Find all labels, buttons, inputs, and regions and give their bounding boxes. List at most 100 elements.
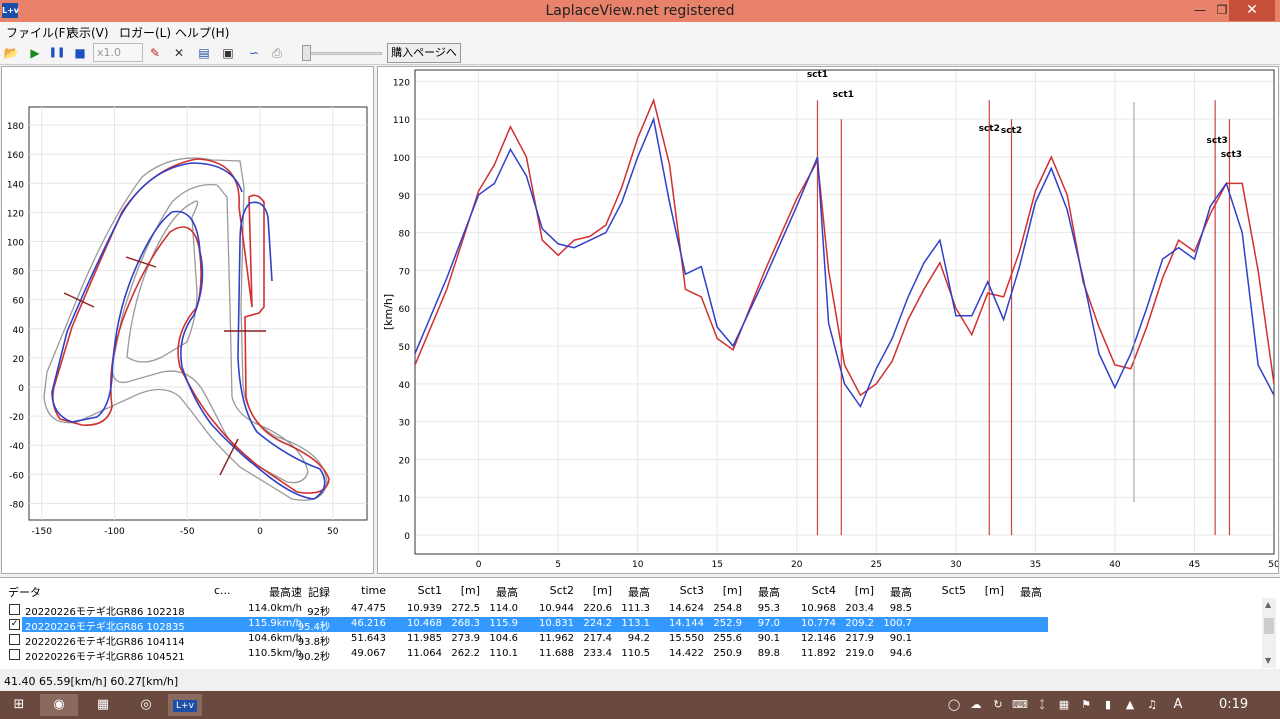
table-cell: 115.9km/h [248, 618, 302, 629]
chart-x-tick: 10 [632, 560, 644, 570]
table-cell: 268.3 [451, 618, 480, 629]
sector-label: sct2 [979, 124, 1000, 134]
map-y-tick: 180 [7, 122, 24, 132]
table-cell: 219.0 [845, 648, 874, 659]
table-cell: 10.968 [801, 603, 836, 614]
chart-icon[interactable]: ∽ [245, 44, 263, 62]
column-header[interactable]: Sct1 [418, 584, 442, 597]
chart-x-tick: 50 [1268, 560, 1278, 570]
table-cell: 217.4 [583, 633, 612, 644]
ime-indicator[interactable]: A [1165, 694, 1191, 716]
column-header[interactable]: Sct5 [942, 584, 966, 597]
status-bar: 41.40 65.59[km/h] 60.27[km/h] [0, 672, 1280, 691]
table-cell: 20220226モテギ北GR86 102218 [25, 607, 185, 618]
open-folder-icon[interactable]: 📂 [2, 44, 20, 62]
column-header[interactable]: データ [8, 584, 41, 600]
menu-file[interactable]: ファイル(F) [6, 24, 70, 41]
speed-chart-panel[interactable]: 120 110 100 90 80 70 60 50 40 30 20 10 0 0 5 10 15 20 25 3… [377, 66, 1280, 574]
table-cell: 20220226モテギ北GR86 104521 [25, 652, 185, 663]
table-cell: 10.939 [407, 603, 442, 614]
table-cell: 93.8秒 [297, 637, 330, 648]
close-button[interactable]: ✕ [1229, 0, 1275, 21]
column-header[interactable]: Sct4 [812, 584, 836, 597]
speed-line-red [414, 97, 1275, 397]
windows-start-icon[interactable]: ⊞ [6, 694, 32, 716]
play-icon[interactable]: ▶ [26, 44, 44, 62]
speed-select[interactable]: x1.0 [93, 43, 143, 62]
pause-icon[interactable]: ❚❚ [48, 44, 66, 62]
column-header[interactable]: 記録 [308, 584, 330, 600]
chart-y-label: [km/h] [382, 294, 395, 330]
chart-y-tick: 80 [399, 230, 411, 240]
taskbar-clock[interactable]: 0:19 [1219, 697, 1248, 712]
browser-icon[interactable]: ◎ [133, 694, 159, 716]
column-header[interactable]: 最高速 [269, 584, 302, 600]
print-icon[interactable]: ⎙ [268, 44, 286, 62]
chart-y-tick: 0 [404, 532, 410, 542]
chart-x-tick: 20 [791, 560, 803, 570]
map-y-tick: 60 [13, 297, 25, 307]
row-checkbox[interactable]: ✓ [9, 619, 20, 630]
sector-label: sct2 [1001, 126, 1022, 136]
map-y-tick: 100 [7, 239, 24, 249]
column-header[interactable]: time [361, 584, 386, 597]
delete-icon[interactable]: ✕ [170, 44, 188, 62]
chart-y-tick: 120 [393, 78, 410, 88]
table-row[interactable]: ✓ 20220226モテギ北GR86 102835 115.9km/h 95.4秒 46… [0, 617, 1260, 633]
pen-icon[interactable]: ✎ [146, 44, 164, 62]
stop-icon[interactable]: ■ [71, 44, 89, 62]
row-checkbox[interactable] [9, 604, 20, 615]
table-cell: 46.216 [351, 618, 386, 629]
laplaceview-task-icon[interactable]: L+v [168, 694, 202, 716]
column-header[interactable]: [m] [593, 584, 612, 597]
chrome-icon[interactable]: ◉ [40, 694, 78, 716]
table-cell: 100.7 [883, 618, 912, 629]
seek-slider-thumb[interactable] [302, 45, 311, 61]
table-row[interactable]: 20220226モテギ北GR86 104521 110.5km/h 90.2秒 49.… [0, 647, 1260, 663]
row-checkbox[interactable] [9, 634, 20, 645]
table-scrollbar[interactable]: ▲ ▼ [1262, 598, 1276, 668]
column-header[interactable]: [m] [723, 584, 742, 597]
seek-slider-track[interactable] [302, 52, 382, 55]
buy-page-button[interactable]: 購入ページへ [387, 43, 461, 63]
chart-y-tick: 40 [399, 381, 411, 391]
table-cell: 90.1 [889, 633, 912, 644]
table-cell: 94.2 [627, 633, 650, 644]
table-row[interactable]: 20220226モテギ北GR86 102218 114.0km/h 92秒 47.47… [0, 602, 1260, 618]
column-header[interactable]: Sct2 [550, 584, 574, 597]
column-header[interactable]: 最高 [1020, 584, 1042, 600]
track-map[interactable]: 180 160 140 120 100 80 60 40 20 0 -20 -40 -60 -80 -15… [2, 67, 373, 573]
window-title: LaplaceView.net registered [545, 3, 735, 19]
column-header[interactable]: 最高 [890, 584, 912, 600]
track-map-panel[interactable]: 180 160 140 120 100 80 60 40 20 0 -20 -40 -60 -80 -15… [1, 66, 374, 574]
speed-chart[interactable]: 1201101009080706050403020100 0 5 10 15 20 25 3… [378, 67, 1280, 573]
menu-logger[interactable]: ロガー(L) [119, 24, 171, 41]
sector-label: sct3 [1221, 150, 1242, 160]
map-y-tick: -20 [9, 413, 24, 423]
column-header[interactable]: c... [214, 584, 231, 597]
menu-help[interactable]: ヘルプ(H) [175, 24, 229, 41]
column-header[interactable]: [m] [985, 584, 1004, 597]
column-header[interactable]: 最高 [758, 584, 780, 600]
table-cell: 10.774 [801, 618, 836, 629]
chart-y-tick: 110 [393, 116, 410, 126]
chart-x-tick: 30 [950, 560, 962, 570]
file-explorer-icon[interactable]: ▦ [90, 694, 116, 716]
menu-view[interactable]: 表示(V) [67, 24, 109, 41]
column-header[interactable]: 最高 [496, 584, 518, 600]
map-y-tick: 40 [13, 326, 25, 336]
sector-label: sct1 [807, 70, 828, 80]
column-header[interactable]: 最高 [628, 584, 650, 600]
column-header[interactable]: [m] [461, 584, 480, 597]
table-header: データ c... 最高速 記録 time Sct1 [m] 最高 Sct2 [m] 最高 Sct3 [m… [0, 581, 1260, 599]
report-icon[interactable]: ▤ [195, 44, 213, 62]
five-icon[interactable]: ▣ [219, 44, 237, 62]
table-cell: 51.643 [351, 633, 386, 644]
chart-y-tick: 10 [399, 494, 411, 504]
volume-tray-icon[interactable]: ♫ [1139, 694, 1165, 716]
row-checkbox[interactable] [9, 649, 20, 660]
table-row[interactable]: 20220226モテギ北GR86 104114 104.6km/h 93.8秒 51.… [0, 632, 1260, 648]
column-header[interactable]: Sct3 [680, 584, 704, 597]
table-cell: 11.064 [407, 648, 442, 659]
column-header[interactable]: [m] [855, 584, 874, 597]
